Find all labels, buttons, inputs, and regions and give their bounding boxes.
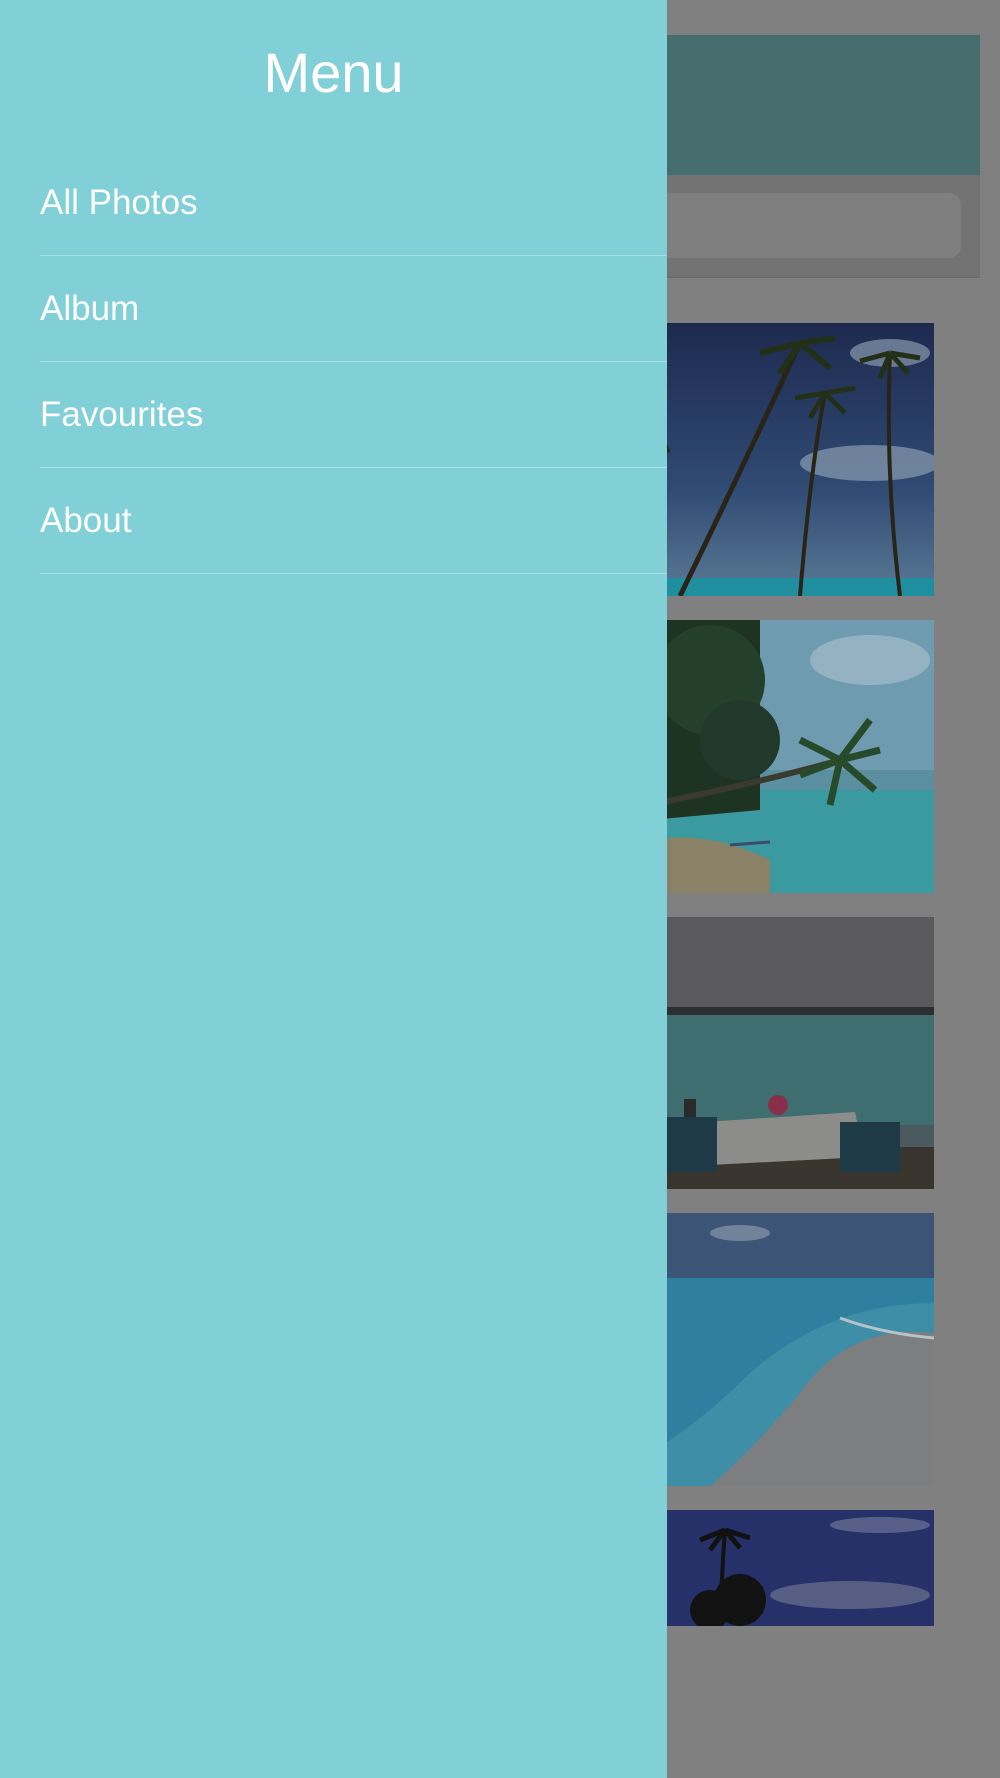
palm-trees-image <box>650 323 934 596</box>
menu-item-favourites[interactable]: Favourites <box>40 362 667 468</box>
beach-swing-image <box>650 620 934 893</box>
palm-silhouette-image <box>650 1510 934 1626</box>
photo-thumbnail[interactable] <box>650 323 934 596</box>
dinner-table-image <box>650 917 934 1189</box>
photo-thumbnail[interactable] <box>650 917 934 1189</box>
menu-item-album[interactable]: Album <box>40 256 667 362</box>
menu-item-about[interactable]: About <box>40 468 667 574</box>
menu-item-all-photos[interactable]: All Photos <box>40 150 667 256</box>
photo-thumbnail[interactable] <box>650 620 934 893</box>
menu-item-label: All Photos <box>40 182 198 222</box>
side-menu-drawer: Menu All Photos Album Favourites About <box>0 0 667 1778</box>
menu-item-label: About <box>40 500 132 540</box>
menu-title: Menu <box>263 41 404 104</box>
photo-thumbnail[interactable] <box>650 1510 934 1626</box>
photo-thumbnail[interactable] <box>650 1213 934 1486</box>
menu-list: All Photos Album Favourites About <box>40 150 667 574</box>
shoreline-image <box>650 1213 934 1486</box>
menu-item-label: Favourites <box>40 394 204 434</box>
menu-item-label: Album <box>40 288 140 328</box>
